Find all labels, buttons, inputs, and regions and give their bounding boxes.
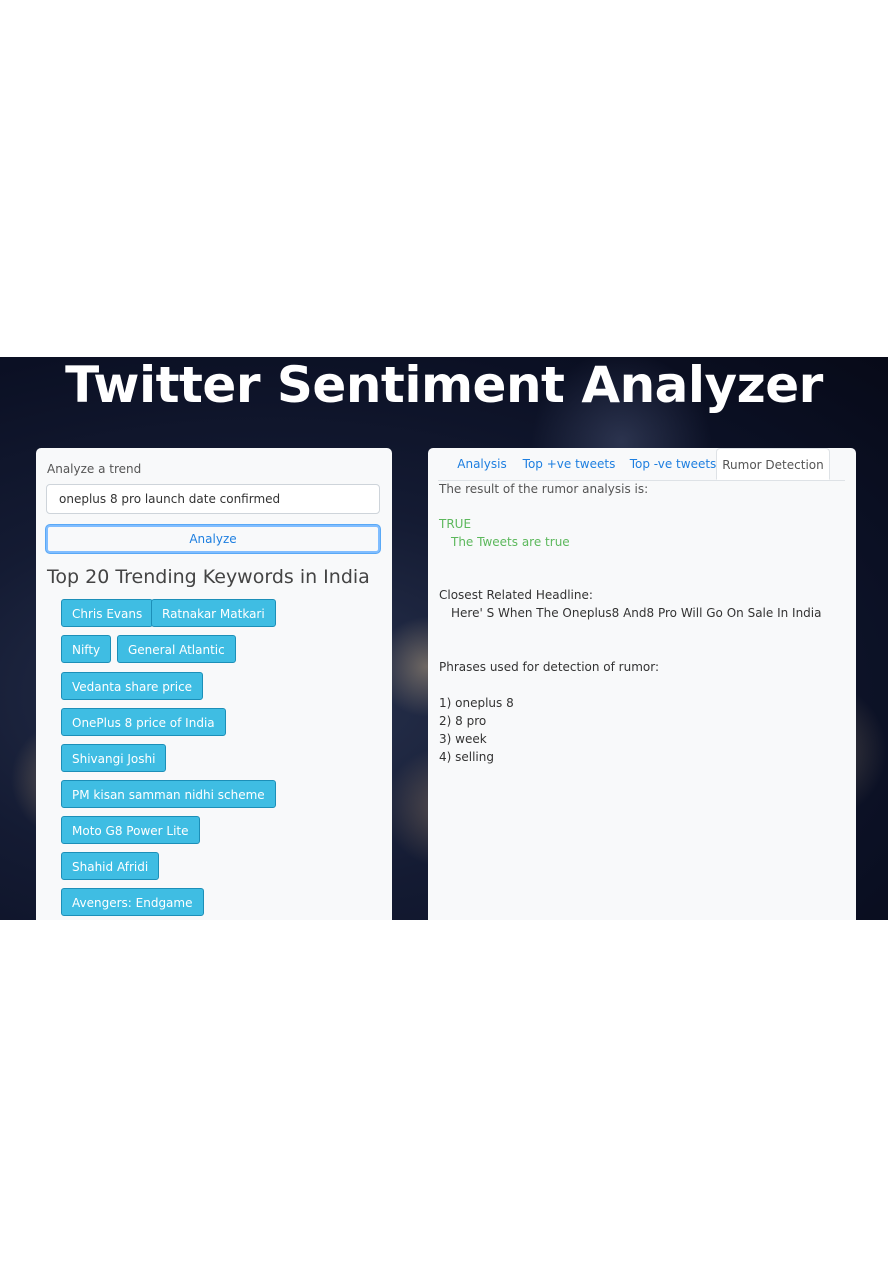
- keyword-button[interactable]: Moto G8 Power Lite: [61, 816, 200, 844]
- analyze-button[interactable]: Analyze: [46, 525, 380, 553]
- keyword-button[interactable]: Vedanta share price: [61, 672, 204, 700]
- phrases-label: Phrases used for detection of rumor:: [439, 660, 660, 674]
- keyword-button[interactable]: OnePlus 8 price of India: [61, 708, 226, 736]
- results-panel: Analysis Top +ve tweets Top -ve tweets R…: [428, 448, 856, 920]
- keyword-button[interactable]: Shivangi Joshi: [61, 744, 167, 772]
- results-tabs: Analysis Top +ve tweets Top -ve tweets R…: [438, 448, 845, 481]
- headline-label: Closest Related Headline:: [439, 588, 593, 602]
- app-title: Twitter Sentiment Analyzer: [65, 357, 823, 414]
- phrase-item: 3) week: [439, 732, 487, 746]
- trend-panel: Analyze a trend Analyze Top 20 Trending …: [36, 448, 392, 920]
- keyword-button[interactable]: Nifty: [61, 635, 112, 663]
- headline-text: Here' S When The Oneplus8 And8 Pro Will …: [451, 606, 822, 620]
- keyword-button[interactable]: PM kisan samman nidhi scheme: [61, 780, 276, 808]
- trend-label: Analyze a trend: [47, 462, 142, 476]
- phrase-item: 2) 8 pro: [439, 714, 487, 728]
- app-screenshot: Twitter Sentiment Analyzer Analyze a tre…: [0, 357, 888, 920]
- tab-top-positive-tweets[interactable]: Top +ve tweets: [520, 448, 618, 480]
- tab-rumor-detection[interactable]: Rumor Detection: [716, 448, 830, 480]
- result-detail: The Tweets are true: [451, 535, 570, 549]
- phrase-item: 1) oneplus 8: [439, 696, 514, 710]
- phrase-item: 4) selling: [439, 750, 494, 764]
- keyword-button[interactable]: Shahid Afridi: [61, 852, 160, 880]
- keywords-heading: Top 20 Trending Keywords in India: [47, 566, 370, 588]
- keyword-button[interactable]: Chris Evans: [61, 599, 154, 627]
- keyword-button[interactable]: General Atlantic: [117, 635, 236, 663]
- keyword-button[interactable]: Avengers: Endgame: [61, 888, 204, 916]
- result-intro: The result of the rumor analysis is:: [439, 482, 649, 496]
- keyword-button[interactable]: Ratnakar Matkari: [151, 599, 276, 627]
- tab-analysis[interactable]: Analysis: [452, 448, 512, 480]
- result-value: TRUE: [439, 517, 472, 531]
- trend-input[interactable]: [46, 484, 380, 514]
- tab-top-negative-tweets[interactable]: Top -ve tweets: [626, 448, 720, 480]
